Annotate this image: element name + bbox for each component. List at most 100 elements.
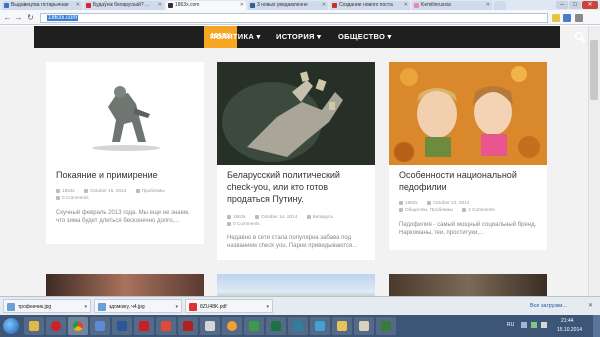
close-tab-icon[interactable]: ✕: [322, 1, 326, 10]
taskbar-app-aimp[interactable]: [222, 317, 242, 335]
surreal-creature-image: [217, 62, 375, 165]
bookmark-star-icon[interactable]: [552, 14, 560, 22]
folder-icon: [399, 207, 403, 212]
forward-icon[interactable]: →: [14, 13, 23, 22]
post-thumbnail[interactable]: [217, 274, 375, 296]
reload-icon[interactable]: ↻: [26, 13, 35, 22]
close-tab-icon[interactable]: ✕: [404, 1, 408, 10]
search-icon[interactable]: [574, 31, 586, 43]
nav-item-history[interactable]: ИСТОРИЯ ▾: [276, 26, 321, 48]
post-thumbnail[interactable]: [46, 274, 204, 296]
address-bar[interactable]: 1863x.com: [40, 13, 548, 23]
minimize-window-icon[interactable]: –: [556, 1, 568, 9]
taskbar-app-photo[interactable]: [310, 317, 330, 335]
show-desktop-button[interactable]: [593, 315, 600, 337]
post-meta: 1863x October 14, 2014 Беларусь 0 Commen…: [227, 213, 369, 227]
taskbar-app-excel[interactable]: [266, 317, 286, 335]
downloads-bar: трофеичик.jpg ▾ здоможу, ч4.jpg ▾ 8ZU48K…: [0, 296, 600, 315]
back-icon[interactable]: ←: [3, 13, 12, 22]
clock-time[interactable]: 21:44: [561, 318, 574, 324]
post-card[interactable]: Беларусский политический check-you, или …: [217, 62, 375, 260]
network-icon[interactable]: [531, 322, 537, 328]
favicon-icon: [332, 3, 337, 8]
browser-tab[interactable]: Выдавецтва гістарычнае ✕: [2, 1, 82, 10]
taskbar-app-explorer[interactable]: [24, 317, 44, 335]
taskbar-app-fileviewer[interactable]: [200, 317, 220, 335]
window-icon: [359, 321, 369, 331]
post-title[interactable]: Беларусский политический check-you, или …: [227, 169, 367, 205]
browser-tab[interactable]: Kemilinrussia ✕: [412, 1, 492, 10]
maximize-window-icon[interactable]: □: [569, 1, 581, 9]
close-window-icon[interactable]: ✕: [582, 1, 598, 9]
download-item[interactable]: трофеичик.jpg ▾: [3, 299, 91, 313]
post-thumbnail[interactable]: [389, 274, 547, 296]
menu-icon[interactable]: [575, 14, 583, 22]
scrollbar-thumb[interactable]: [590, 40, 598, 100]
close-tab-icon[interactable]: ✕: [486, 1, 490, 10]
language-indicator[interactable]: RU: [507, 322, 514, 328]
post-meta: 1863x October 13, 2014 Общество, Проблем…: [399, 199, 541, 213]
taskbar-app-word[interactable]: [112, 317, 132, 335]
browser-tab[interactable]: 3 новых уведамленне ✕: [248, 1, 328, 10]
clock-date[interactable]: 15.10.2014: [557, 327, 582, 333]
post-thumbnail[interactable]: [389, 62, 547, 165]
post-thumbnail[interactable]: [46, 62, 204, 165]
download-item[interactable]: 8ZU48K.pdf ▾: [185, 299, 273, 313]
taskbar-app-folder[interactable]: [332, 317, 352, 335]
site-navbar: 1863X ПОЛИТИКА ▾ ИСТОРИЯ ▾ ОБЩЕСТВО ▾: [34, 26, 586, 48]
chrome-icon: [73, 321, 83, 331]
browser-tab[interactable]: Создание нового поста ✕: [330, 1, 410, 10]
taskbar-app-publisher[interactable]: [288, 317, 308, 335]
start-button[interactable]: [3, 318, 19, 334]
new-tab-button[interactable]: [494, 1, 506, 10]
close-tab-icon[interactable]: ✕: [76, 1, 80, 10]
comment-icon: [56, 195, 60, 200]
post-card[interactable]: [389, 274, 547, 296]
taskbar-app-pdf[interactable]: [156, 317, 176, 335]
browser-tab-active[interactable]: 1863x.com ✕: [166, 1, 246, 10]
taskbar-app-network[interactable]: [90, 317, 110, 335]
volume-icon[interactable]: [541, 322, 547, 328]
nav-item-society[interactable]: ОБЩЕСТВО ▾: [338, 26, 392, 48]
post-title[interactable]: Покаяние и примирение: [56, 169, 196, 181]
paint-icon: [249, 321, 259, 331]
extension-icon[interactable]: [563, 14, 571, 22]
taskbar-app-explorer2[interactable]: [354, 317, 374, 335]
taskbar-app-chrome[interactable]: [68, 317, 88, 335]
close-tab-icon[interactable]: ✕: [240, 1, 244, 10]
calendar-icon: [427, 200, 432, 205]
browser-tab-strip: Выдавецтва гістарычнае ✕ Будаўнік белару…: [0, 0, 600, 10]
calendar-icon: [255, 214, 260, 219]
tray-arrow-icon[interactable]: [521, 322, 527, 328]
post-card[interactable]: [217, 274, 375, 296]
excel-icon: [271, 321, 281, 331]
acrobat-icon: [139, 321, 149, 331]
taskbar-app-monitor[interactable]: [376, 317, 396, 335]
windows-taskbar: RU 21:44 15.10.2014: [0, 315, 600, 337]
post-card[interactable]: [46, 274, 204, 296]
browser-tab[interactable]: Будаўнік беларускай? ... ✕: [84, 1, 164, 10]
chevron-down-icon[interactable]: ▾: [84, 300, 87, 312]
close-tab-icon[interactable]: ✕: [158, 1, 162, 10]
post-excerpt: Недавно в сети стала популярна забава по…: [227, 235, 358, 249]
player-icon: [227, 321, 237, 331]
taskbar-app-reader[interactable]: [178, 317, 198, 335]
pdf-icon: [161, 321, 171, 331]
chevron-down-icon[interactable]: ▾: [266, 300, 269, 312]
post-thumbnail[interactable]: [217, 62, 375, 165]
file-icon: [205, 321, 215, 331]
taskbar-app-paint[interactable]: [244, 317, 264, 335]
post-card[interactable]: Особенности национальной педофилии 1863x…: [389, 62, 547, 250]
network-icon: [95, 321, 105, 331]
download-item[interactable]: здоможу, ч4.jpg ▾: [94, 299, 182, 313]
taskbar-app-opera[interactable]: [46, 317, 66, 335]
folder-icon: [135, 188, 140, 193]
chevron-down-icon[interactable]: ▾: [175, 300, 178, 312]
favicon-icon: [250, 3, 255, 8]
post-title[interactable]: Особенности национальной педофилии: [399, 169, 539, 193]
taskbar-app-acrobat[interactable]: [134, 317, 154, 335]
nav-item-politics[interactable]: ПОЛИТИКА ▾: [210, 26, 261, 48]
close-downloads-icon[interactable]: ✕: [588, 300, 593, 312]
post-card[interactable]: Покаяние и примирение 1863x October 15, …: [46, 62, 204, 244]
show-all-downloads-link[interactable]: Все загрузки...: [530, 300, 567, 312]
